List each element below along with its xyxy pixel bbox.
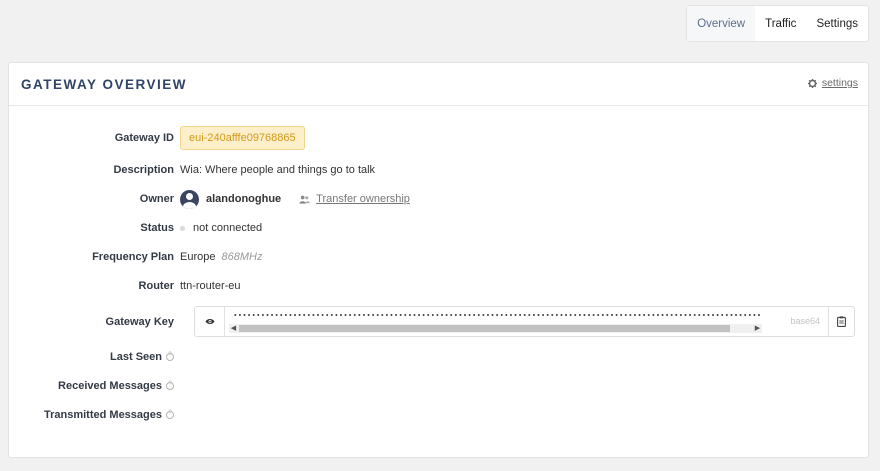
row-frequency-plan: Frequency Plan Europe 868MHz	[9, 246, 262, 268]
row-description: Description Wia: Where people and things…	[9, 159, 375, 181]
tab-settings[interactable]: Settings	[806, 6, 868, 41]
row-gateway-id: Gateway ID eui-240afffe09768865	[9, 126, 305, 150]
scrollbar-thumb[interactable]	[239, 325, 730, 332]
row-owner: Owner alandonoghue Transfer ownership	[9, 188, 410, 210]
users-icon	[299, 195, 310, 204]
show-key-button[interactable]	[195, 307, 225, 336]
router-label: Router	[138, 280, 174, 292]
transfer-ownership-label: Transfer ownership	[316, 193, 410, 205]
gateway-overview-card: GATEWAY OVERVIEW settings Gateway ID eui…	[8, 62, 869, 458]
description-label: Description	[113, 164, 174, 176]
row-status: Status not connected	[9, 217, 262, 239]
settings-label: settings	[821, 77, 858, 89]
masked-key-dots	[233, 312, 762, 318]
gateway-id-label: Gateway ID	[114, 132, 174, 144]
row-last-seen: Last Seen	[9, 346, 180, 368]
owner-name[interactable]: alandonoghue	[206, 193, 281, 205]
description-value: Wia: Where people and things go to talk	[180, 164, 376, 176]
key-scrollbar[interactable]: ◀ ▶	[229, 324, 762, 333]
gateway-key-value[interactable]: ◀ ▶ base64	[225, 307, 828, 336]
owner-label: Owner	[139, 193, 174, 205]
avatar	[180, 189, 199, 209]
copy-key-button[interactable]	[828, 307, 854, 336]
help-icon[interactable]	[166, 352, 174, 361]
transfer-ownership-link[interactable]: Transfer ownership	[299, 193, 410, 205]
frequency-plan-band: 868MHz	[221, 251, 263, 263]
transmitted-messages-label: Transmitted Messages	[44, 409, 162, 421]
row-transmitted-messages: Transmitted Messages	[9, 404, 180, 426]
tab-overview[interactable]: Overview	[687, 6, 756, 41]
row-received-messages: Received Messages	[9, 375, 180, 397]
tab-bar: Overview Traffic Settings	[686, 5, 869, 42]
gear-icon	[807, 78, 817, 88]
frequency-plan-value: Europe	[180, 251, 216, 263]
gateway-id-badge[interactable]: eui-240afffe09768865	[180, 126, 305, 150]
scroll-left-arrow-icon[interactable]: ◀	[229, 324, 238, 333]
row-gateway-key: Gateway Key	[9, 311, 180, 333]
last-seen-label: Last Seen	[110, 351, 162, 363]
gateway-key-label: Gateway Key	[105, 316, 174, 328]
gateway-key-field: ◀ ▶ base64	[194, 306, 855, 337]
status-indicator-icon	[180, 225, 185, 231]
frequency-plan-label: Frequency Plan	[92, 251, 174, 263]
help-icon[interactable]	[166, 381, 174, 390]
received-messages-label: Received Messages	[58, 380, 162, 392]
clipboard-icon	[837, 316, 846, 327]
key-format-label[interactable]: base64	[790, 316, 820, 326]
row-router: Router ttn-router-eu	[9, 275, 241, 297]
card-header: GATEWAY OVERVIEW settings	[9, 63, 868, 106]
settings-link[interactable]: settings	[807, 77, 858, 89]
scroll-right-arrow-icon[interactable]: ▶	[753, 324, 762, 333]
help-icon[interactable]	[166, 410, 174, 419]
router-value: ttn-router-eu	[180, 280, 241, 292]
card-title: GATEWAY OVERVIEW	[21, 77, 188, 92]
eye-icon	[205, 319, 214, 324]
status-label: Status	[140, 222, 174, 234]
tab-traffic[interactable]: Traffic	[755, 6, 806, 41]
status-value: not connected	[193, 222, 263, 234]
